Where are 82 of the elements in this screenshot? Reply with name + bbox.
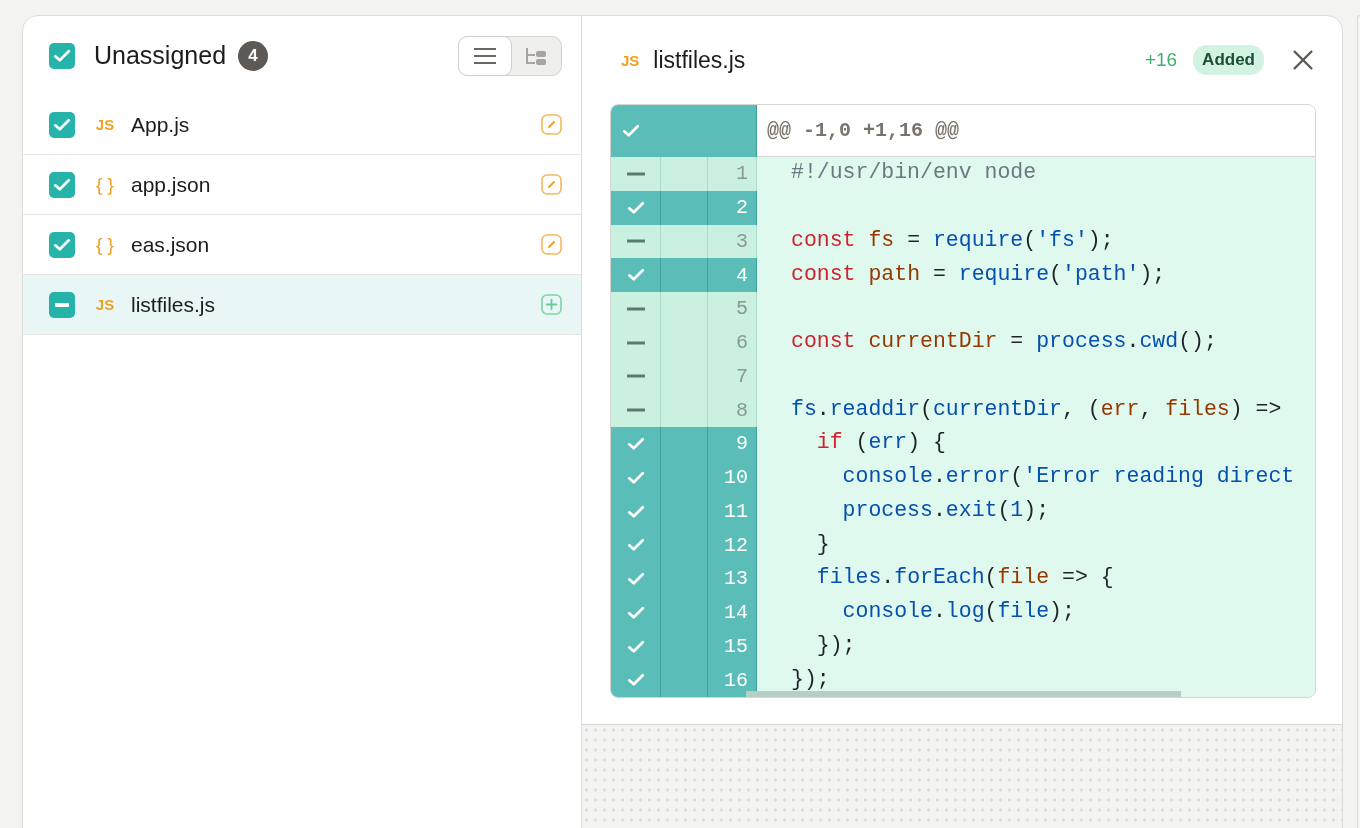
- check-icon: [626, 437, 645, 451]
- checkbox[interactable]: [49, 291, 75, 318]
- gutter-cell: [661, 427, 708, 461]
- minus-icon: [626, 408, 645, 413]
- line-checkbox[interactable]: [611, 393, 661, 427]
- line-number: 15: [708, 629, 757, 664]
- gutter-cell: [661, 190, 708, 225]
- tree-icon: [525, 46, 547, 65]
- check-icon: [626, 200, 645, 215]
- line-number: 8: [708, 393, 757, 427]
- line-number: 2: [708, 190, 757, 225]
- minus-icon: [55, 302, 69, 307]
- line-number: 3: [708, 224, 757, 259]
- check-icon: [53, 177, 71, 192]
- gutter-cell: [661, 663, 708, 697]
- minus-icon: [626, 239, 645, 244]
- group-title: Unassigned: [94, 41, 227, 70]
- file-name: listfiles.js: [131, 292, 215, 317]
- scrollbar-thumb[interactable]: [746, 691, 1181, 697]
- file-row[interactable]: JS listfiles.js: [23, 275, 581, 335]
- list-icon: [473, 46, 497, 65]
- line-number: 4: [708, 258, 757, 292]
- check-icon: [53, 237, 71, 252]
- check-icon: [626, 605, 645, 620]
- check-icon: [626, 572, 645, 586]
- close-icon: [1292, 49, 1314, 71]
- check-icon: [622, 124, 640, 138]
- minus-icon: [626, 340, 645, 345]
- list-view-button[interactable]: [458, 35, 512, 76]
- line-checkbox[interactable]: [611, 190, 661, 225]
- check-icon: [53, 48, 71, 63]
- checkbox[interactable]: [49, 171, 75, 198]
- check-icon: [626, 470, 645, 485]
- checkbox[interactable]: [49, 111, 75, 138]
- hunk-checkbox[interactable]: [611, 105, 757, 157]
- file-type-label: { }: [95, 173, 115, 196]
- minus-icon: [626, 171, 645, 176]
- line-number: 10: [708, 460, 757, 495]
- file-type-label: JS: [621, 51, 640, 69]
- close-button[interactable]: [1292, 49, 1314, 71]
- checkbox[interactable]: [49, 42, 75, 69]
- file-type-label: JS: [94, 116, 116, 133]
- line-number: 7: [708, 359, 757, 394]
- gutter-cell: [661, 393, 708, 427]
- line-number: 16: [708, 663, 757, 697]
- file-name: App.js: [131, 112, 190, 137]
- check-icon: [626, 673, 645, 687]
- check-icon: [626, 538, 645, 552]
- line-checkbox[interactable]: [611, 224, 661, 259]
- file-name: eas.json: [131, 232, 210, 257]
- line-number: 12: [708, 528, 757, 562]
- gutter-cell: [661, 157, 708, 191]
- status-badge: Added: [1193, 45, 1264, 75]
- diff-file-name: listfiles.js: [653, 46, 746, 74]
- minus-icon: [626, 306, 645, 311]
- check-icon: [626, 268, 645, 282]
- line-checkbox[interactable]: [611, 157, 661, 191]
- hunk-header: @@ -1,0 +1,16 @@: [757, 105, 1315, 157]
- minus-icon: [626, 374, 645, 379]
- line-number: 9: [708, 427, 757, 461]
- check-icon: [626, 639, 645, 654]
- line-number: 1: [708, 157, 757, 191]
- line-checkbox[interactable]: [611, 292, 661, 326]
- count-badge: 4: [238, 40, 269, 71]
- additions-count: +16: [1144, 49, 1178, 71]
- line-checkbox[interactable]: [611, 258, 661, 292]
- line-number: 11: [708, 494, 757, 529]
- line-number: 14: [708, 595, 757, 630]
- gutter-cell: [661, 292, 708, 326]
- check-icon: [53, 117, 71, 132]
- file-type-label: { }: [95, 233, 115, 256]
- line-number: 5: [708, 292, 757, 326]
- checkbox[interactable]: [49, 231, 75, 258]
- gutter-cell: [661, 224, 708, 259]
- file-type-label: JS: [94, 296, 116, 313]
- line-checkbox[interactable]: [611, 427, 661, 461]
- line-checkbox[interactable]: [611, 663, 661, 697]
- line-number: 13: [708, 562, 757, 596]
- file-name: app.json: [131, 172, 211, 197]
- gutter-cell: [661, 258, 708, 292]
- line-number: 6: [708, 325, 757, 360]
- check-icon: [626, 504, 645, 519]
